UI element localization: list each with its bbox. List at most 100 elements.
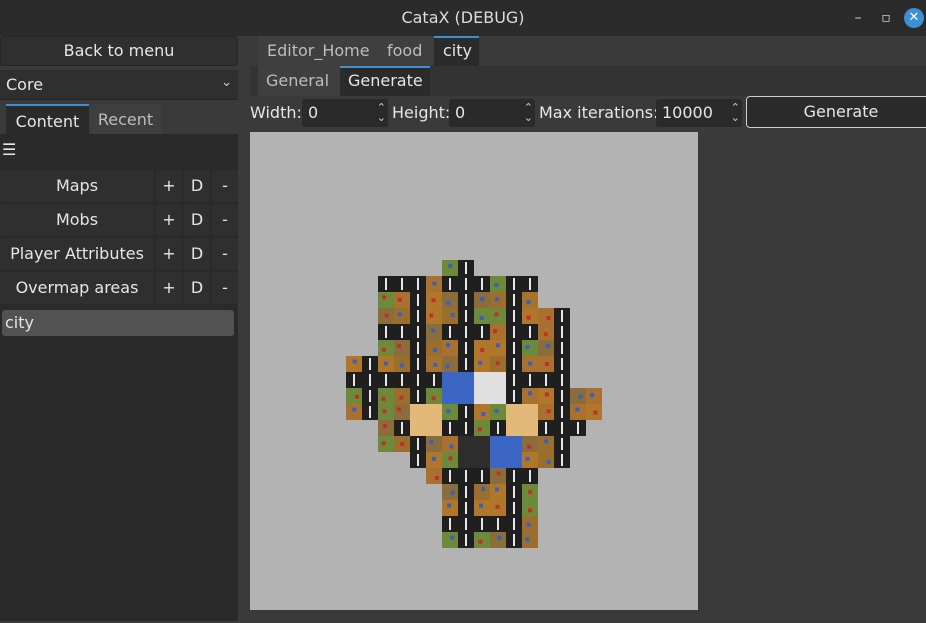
mobs-duplicate-button[interactable]: D [184,204,210,236]
road-marking [513,470,515,482]
tab-recent[interactable]: Recent [90,104,161,134]
tab-content[interactable]: Content [6,104,89,134]
road-marking [513,502,515,514]
road-marking [465,342,467,354]
spin-arrows-icon[interactable]: ⌃ ⌄ [377,102,386,123]
width-spinbox[interactable]: 0 ⌃ ⌄ [302,99,388,127]
map-tile-detail [528,490,533,495]
maximize-icon[interactable]: ▫ [876,8,896,28]
menu-icon[interactable]: ☰ [2,140,16,159]
map-tile-detail [448,263,453,268]
map-tile [538,436,554,452]
max-iterations-spinbox[interactable]: 10000 ⌃ ⌄ [656,99,742,127]
map-tile [426,436,442,452]
panel-divider[interactable] [238,36,250,623]
road-marking [401,374,403,386]
minimize-icon[interactable]: – [848,8,868,28]
map-tile-detail [352,407,357,412]
map-tile [394,340,410,356]
maps-button[interactable]: Maps [0,170,154,202]
city-map-preview [346,260,602,548]
road-marking [481,278,483,290]
player-attributes-remove-button[interactable]: - [212,238,238,270]
road-marking [465,502,467,514]
map-tile [522,532,538,548]
map-tile-detail [397,343,402,348]
road-marking [513,518,515,530]
road-marking [513,294,515,306]
map-tile [442,436,458,452]
map-tile-detail [525,537,530,542]
subtab-general[interactable]: General [258,66,340,96]
map-tile [426,340,442,356]
road-marking [561,454,563,466]
road-marking [449,278,451,290]
mobs-button[interactable]: Mobs [0,204,154,236]
road-marking [513,326,515,338]
maps-add-button[interactable]: + [156,170,182,202]
road-marking [449,422,451,434]
map-tile [490,484,506,500]
player-attributes-duplicate-button[interactable]: D [184,238,210,270]
map-tile-detail [544,392,549,397]
road-marking [465,534,467,546]
map-tile-detail [495,343,500,348]
road-marking [481,518,483,530]
map-tile-detail [575,407,580,412]
road-marking [417,358,419,370]
road-marking [497,518,499,530]
city-map-canvas[interactable] [250,132,698,610]
mobs-add-button[interactable]: + [156,204,182,236]
map-building [474,372,506,404]
spin-arrows-icon[interactable]: ⌃ ⌄ [524,102,533,123]
tab-editor-home[interactable]: Editor_Home [258,36,378,66]
max-iterations-label: Max iterations: [539,103,659,122]
back-to-menu-button[interactable]: Back to menu [0,36,238,66]
mobs-remove-button[interactable]: - [212,204,238,236]
tab-food[interactable]: food [378,36,433,66]
player-attributes-add-button[interactable]: + [156,238,182,270]
overmap-areas-duplicate-button[interactable]: D [184,272,210,304]
spin-arrows-icon[interactable]: ⌃ ⌄ [731,102,740,123]
window-title: CataX (DEBUG) [401,8,525,27]
map-tile-detail [450,312,455,317]
road-marking [561,422,563,434]
road-marking [465,326,467,338]
map-tile-detail [382,409,387,414]
map-tile-detail [447,503,452,508]
map-tile-detail [494,283,499,288]
generate-button[interactable]: Generate [746,96,926,128]
subtab-generate[interactable]: Generate [340,66,430,96]
map-building [506,404,538,436]
map-tile-detail [493,329,498,334]
road-marking [465,278,467,290]
map-tile [474,404,490,420]
overmap-areas-button[interactable]: Overmap areas [0,272,154,304]
list-item-city[interactable]: city [2,310,234,336]
map-tile-detail [525,456,530,461]
core-select[interactable]: Core ⌄ [0,70,238,100]
player-attributes-button[interactable]: Player Attributes [0,238,154,270]
road-marking [465,406,467,418]
map-tile [426,468,442,484]
height-spinbox[interactable]: 0 ⌃ ⌄ [449,99,535,127]
road-marking [417,374,419,386]
map-tile-detail [397,312,402,317]
map-tile-detail [448,456,453,461]
road-marking [369,406,371,418]
map-tile-detail [526,315,531,320]
map-building [490,436,522,468]
map-tile [490,340,506,356]
chevron-down-icon: ⌄ [221,75,232,90]
map-tile [442,340,458,356]
overmap-areas-remove-button[interactable]: - [212,272,238,304]
map-tile [522,388,538,404]
tab-city[interactable]: city [434,36,479,66]
max-iterations-value: 10000 [662,103,713,122]
overmap-areas-add-button[interactable]: + [156,272,182,304]
maps-duplicate-button[interactable]: D [184,170,210,202]
map-tile [378,388,394,404]
map-tile-detail [381,396,386,401]
close-icon[interactable]: ✕ [904,8,924,28]
maps-remove-button[interactable]: - [212,170,238,202]
